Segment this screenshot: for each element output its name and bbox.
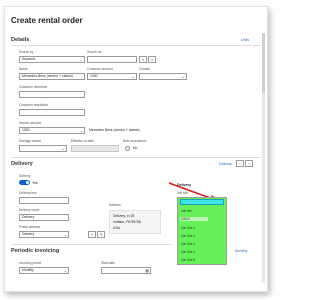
name-label: Name <box>19 67 28 71</box>
bulk-acceptance-label: Bulk acceptance <box>123 139 147 143</box>
details-divider <box>11 45 261 46</box>
customer-requisition-input[interactable] <box>19 109 85 116</box>
job-site-dropdown[interactable]: Job site 00000 Job Site 1 Job Site 2 Job… <box>177 197 227 265</box>
delivery-next-button[interactable]: › <box>245 160 253 167</box>
page-title: Create rental order <box>11 16 83 25</box>
chevron-down-icon: ⌄ <box>63 232 67 237</box>
chevron-right-icon: › <box>248 161 250 166</box>
dropdown-option[interactable]: Job Site 1 <box>181 226 225 230</box>
delivery-label: Delivery <box>19 174 31 178</box>
details-section-title[interactable]: Details <box>11 37 29 43</box>
address-line-3: USA <box>113 226 120 230</box>
dropdown-option[interactable]: Job Site 4 <box>181 250 225 254</box>
chevron-down-icon: ⌄ <box>131 74 135 79</box>
pencil-icon: ✎ <box>99 232 103 237</box>
search-by-value: Keyword <box>22 57 36 61</box>
delivery-mode-link[interactable]: Delivery <box>219 162 232 166</box>
bulk-acceptance-option: No <box>133 146 138 150</box>
chevron-down-icon: ⌄ <box>181 74 185 79</box>
address-box: Delivery, in 25 Voltaire, PA 99768 USA <box>109 210 161 234</box>
postal-address-value: Delivery <box>22 232 35 236</box>
delivery-section-title[interactable]: Delivery <box>11 161 33 167</box>
delivery-prev-button[interactable]: ‹ <box>236 160 244 167</box>
address-line-1: Delivery, in 25 <box>113 214 135 218</box>
dropdown-option[interactable]: Job Site 3 <box>181 242 225 246</box>
invoice-account-label: Invoice account <box>19 121 42 125</box>
effective-to-date-label: Effective to date <box>71 139 94 143</box>
plus-icon: + <box>90 232 94 237</box>
delivery-toggle-text: Yes <box>32 181 38 185</box>
damage-waiver-select[interactable]: ⌄ <box>19 145 67 152</box>
contact-label: Contact <box>139 67 150 71</box>
customer-account-select[interactable]: 1000 ⌄ <box>87 73 137 80</box>
chevron-down-icon: ⌄ <box>61 146 65 151</box>
delivery-text-input[interactable] <box>19 197 69 204</box>
dropdown-header: Delivery <box>177 183 191 187</box>
search-by-select[interactable]: Keyword ⌄ <box>19 56 85 63</box>
job-site-input[interactable] <box>180 199 224 205</box>
delivery-name-input[interactable]: Delivery <box>19 214 69 221</box>
dropdown-option[interactable]: 00000 <box>180 217 208 221</box>
customer-account-label: Customer account <box>87 67 113 71</box>
postal-address-select[interactable]: Delivery ⌄ <box>19 231 69 238</box>
chevron-down-icon: ⌄ <box>79 57 83 62</box>
chevron-down-icon: ⌄ <box>79 128 83 133</box>
search-for-input[interactable] <box>87 56 137 63</box>
periodic-invoicing-section-title[interactable]: Periodic invoicing <box>11 248 59 254</box>
contact-select[interactable]: ⌄ <box>139 73 187 80</box>
calendar-icon: ▦ <box>145 268 149 273</box>
customer-requisition-label: Customer requisition <box>19 103 49 107</box>
scrollbar-thumb[interactable] <box>262 33 265 93</box>
dropdown-option[interactable]: Job site <box>181 209 225 213</box>
customer-reference-label: Customer reference <box>19 85 48 89</box>
dropdown-option[interactable]: Job Site 2 <box>181 234 225 238</box>
periodic-divider-top <box>11 244 171 245</box>
start-date-label: Start date <box>101 261 115 265</box>
name-value: Mercedes-Benz (vendor + claims) <box>22 74 73 78</box>
scrollbar[interactable] <box>262 33 265 283</box>
search-for-label: Search for <box>87 50 102 54</box>
address-line-2: Voltaire, PA 99768 <box>113 220 141 224</box>
edit-address-button[interactable]: ✎ <box>97 231 105 238</box>
delivery-divider-top <box>11 157 261 158</box>
address-label: Address <box>109 203 121 207</box>
invoicing-period-value: Monthly <box>22 268 34 272</box>
name-field[interactable]: Mercedes-Benz (vendor + claims) <box>19 73 85 80</box>
search-button[interactable]: ⌕ <box>139 56 147 63</box>
customer-account-value: 1000 <box>90 74 98 78</box>
search-icon: ⌕ <box>141 57 145 62</box>
postal-address-label: Postal address <box>19 225 41 229</box>
invoice-account-name: Mercedes Benz (vendor + claims) <box>89 128 140 132</box>
invoicing-period-label: Invoicing period <box>19 261 42 265</box>
start-date-input[interactable]: ▦ <box>101 267 151 274</box>
delivery-toggle[interactable] <box>19 180 30 185</box>
effective-to-date-input[interactable] <box>71 145 119 152</box>
clear-button[interactable]: × <box>148 56 156 63</box>
customer-reference-input[interactable] <box>19 91 85 98</box>
close-icon: × <box>150 57 154 62</box>
dropdown-option[interactable]: Job Site 5 <box>181 258 225 262</box>
create-rental-order-dialog: Create rental order Details Units Search… <box>4 6 268 292</box>
invoice-account-select[interactable]: 1000 ⌄ <box>19 127 85 134</box>
delivery-name-value: Delivery <box>22 215 35 219</box>
delivery-text-label: Delivery text <box>19 191 37 195</box>
details-section-link[interactable]: Units <box>241 38 249 42</box>
chevron-down-icon: ⌄ <box>63 268 67 273</box>
dropdown-sub-label: Job site <box>177 191 188 195</box>
periodic-invoicing-link[interactable]: Monthly <box>235 249 248 253</box>
invoice-account-value: 1000 <box>22 128 30 132</box>
chevron-left-icon: ‹ <box>239 161 241 166</box>
damage-waiver-label: Damage waiver <box>19 139 42 143</box>
bulk-acceptance-radio[interactable] <box>125 146 130 151</box>
search-by-label: Search by <box>19 50 34 54</box>
add-address-button[interactable]: + <box>88 231 96 238</box>
delivery-name-label: Delivery name <box>19 208 40 212</box>
invoicing-period-select[interactable]: Monthly ⌄ <box>19 267 69 274</box>
